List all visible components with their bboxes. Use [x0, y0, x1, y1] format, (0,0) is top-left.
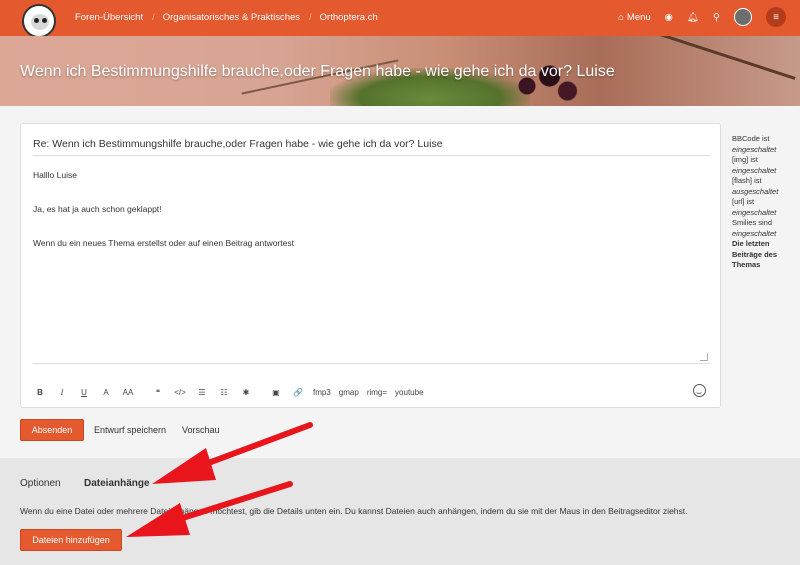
- list-item-button[interactable]: ✱: [239, 384, 253, 400]
- preview-button[interactable]: Vorschau: [182, 425, 220, 435]
- attachments-description: Wenn du eine Datei oder mehrere Dateianh…: [20, 506, 688, 516]
- recent-posts-link[interactable]: Die letzten Beiträge des Themas: [732, 239, 777, 269]
- quote-button[interactable]: ❝: [151, 384, 165, 400]
- avatar[interactable]: [734, 8, 752, 26]
- top-navbar: Foren-Übersicht / Organisatorisches & Pr…: [0, 0, 800, 38]
- font-size-button[interactable]: AA: [121, 384, 135, 400]
- message-line: Wenn du ein neues Thema erstellst oder a…: [33, 238, 294, 248]
- menu-label: Menu: [626, 11, 651, 23]
- image-button[interactable]: ▣: [269, 384, 283, 400]
- breadcrumb-item-orthoptera[interactable]: Orthoptera.ch: [320, 12, 378, 23]
- code-button[interactable]: </>: [173, 384, 187, 400]
- dashboard-icon[interactable]: ◉: [665, 12, 673, 23]
- breadcrumb-item-forum-index[interactable]: Foren-Übersicht: [75, 12, 143, 23]
- bbcode-status: BBCode ist eingeschaltet [img] ist einge…: [732, 134, 779, 269]
- gmap-button[interactable]: gmap: [339, 384, 359, 400]
- topic-title: Wenn ich Bestimmungshilfe brauche,oder F…: [20, 63, 615, 80]
- menu-link[interactable]: ⌂ Menu: [618, 12, 651, 23]
- add-files-button[interactable]: Dateien hinzufügen: [20, 529, 122, 551]
- youtube-button[interactable]: youtube: [395, 384, 423, 400]
- rimg-button[interactable]: rimg=: [367, 384, 387, 400]
- search-icon[interactable]: ⚲: [713, 12, 720, 23]
- save-draft-button[interactable]: Entwurf speichern: [94, 425, 166, 435]
- bold-button[interactable]: B: [33, 384, 47, 400]
- editor-toolbar: B I U A AA ❝ </> ☰ ☷ ✱ ▣ 🔗 fmp3 gmap rim…: [33, 382, 710, 402]
- hamburger-icon[interactable]: ≡: [766, 7, 786, 27]
- breadcrumb-item-organisatorisches[interactable]: Organisatorisches & Praktisches: [163, 12, 300, 23]
- font-color-button[interactable]: A: [99, 384, 113, 400]
- nav-right: ⌂ Menu ◉ 🔔︎ ⚲ ≡: [618, 7, 786, 27]
- link-button[interactable]: 🔗: [291, 384, 305, 400]
- tab-attachments[interactable]: Dateianhänge: [84, 478, 150, 489]
- resize-handle[interactable]: [700, 353, 708, 361]
- submit-button[interactable]: Absenden: [20, 419, 84, 441]
- fmp3-button[interactable]: fmp3: [313, 384, 331, 400]
- site-logo[interactable]: [22, 4, 56, 38]
- breadcrumb: Foren-Übersicht / Organisatorisches & Pr…: [75, 12, 378, 23]
- tab-options[interactable]: Optionen: [20, 478, 61, 489]
- message-line: Halllo Luise: [33, 170, 77, 180]
- underline-button[interactable]: U: [77, 384, 91, 400]
- ordered-list-button[interactable]: ☷: [217, 384, 231, 400]
- message-line: Ja, es hat ja auch schon geklappt!: [33, 204, 162, 214]
- italic-button[interactable]: I: [55, 384, 69, 400]
- home-icon: ⌂: [618, 11, 624, 23]
- subject-input[interactable]: Re: Wenn ich Bestimmungshilfe brauche,od…: [33, 138, 710, 156]
- post-editor: Re: Wenn ich Bestimmungshilfe brauche,od…: [20, 123, 721, 408]
- list-button[interactable]: ☰: [195, 384, 209, 400]
- smiley-icon[interactable]: [693, 384, 706, 397]
- message-content: Halllo Luise Ja, es hat ja auch schon ge…: [33, 169, 710, 271]
- bell-icon[interactable]: 🔔︎: [687, 12, 699, 23]
- topic-banner: Wenn ich Bestimmungshilfe brauche,oder F…: [0, 36, 800, 106]
